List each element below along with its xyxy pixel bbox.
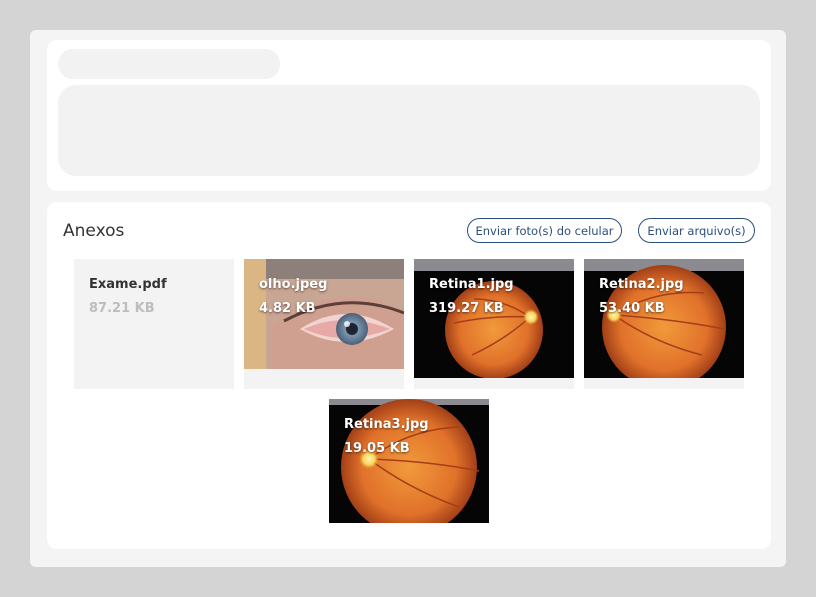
content-panel: Anexos Enviar foto(s) do celular Enviar … <box>30 30 786 567</box>
file-size: 53.40 KB <box>599 301 665 316</box>
attachment-tile-image[interactable]: olho.jpeg 4.82 KB <box>244 259 404 389</box>
file-name: olho.jpeg <box>259 277 328 292</box>
skeleton-body <box>58 85 760 176</box>
attachment-tile-image[interactable]: Retina3.jpg 19.05 KB <box>329 399 489 523</box>
skeleton-title <box>58 49 280 79</box>
loading-card <box>47 40 771 191</box>
attachment-tile-image[interactable]: Retina2.jpg 53.40 KB <box>584 259 744 389</box>
attachment-tile-image[interactable]: Retina1.jpg 319.27 KB <box>414 259 574 389</box>
send-files-button[interactable]: Enviar arquivo(s) <box>638 218 755 243</box>
attachments-title: Anexos <box>63 221 125 241</box>
attachment-tile-pdf[interactable]: Exame.pdf 87.21 KB <box>74 259 234 389</box>
file-name: Retina3.jpg <box>344 417 429 432</box>
file-name: Retina1.jpg <box>429 277 514 292</box>
file-size: 19.05 KB <box>344 441 410 456</box>
send-phone-photos-button[interactable]: Enviar foto(s) do celular <box>467 218 622 243</box>
file-size: 4.82 KB <box>259 301 316 316</box>
file-size: 319.27 KB <box>429 301 504 316</box>
attachments-card: Anexos Enviar foto(s) do celular Enviar … <box>47 202 771 549</box>
file-name: Retina2.jpg <box>599 277 684 292</box>
file-size: 87.21 KB <box>89 301 155 316</box>
file-name: Exame.pdf <box>89 277 167 292</box>
